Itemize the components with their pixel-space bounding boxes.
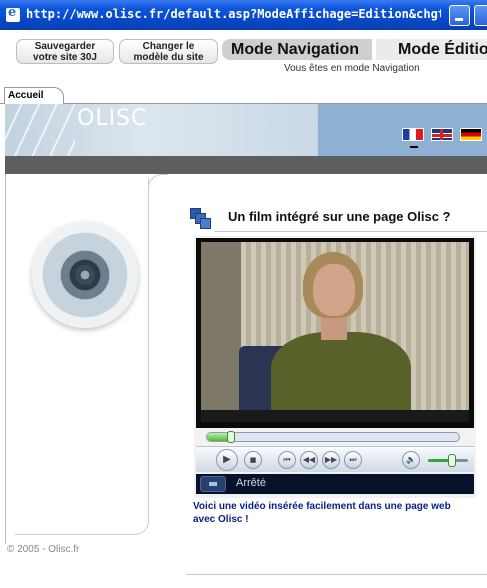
next-icon[interactable]: ⏭ xyxy=(344,451,362,469)
selected-language-indicator xyxy=(410,146,418,148)
mode-edition-tab[interactable]: Mode Éditio xyxy=(376,39,487,60)
volume-slider[interactable] xyxy=(428,454,468,467)
stop-icon[interactable]: ■ xyxy=(244,451,262,469)
page-border xyxy=(5,174,6,544)
banner-decoration xyxy=(5,104,75,156)
previous-icon[interactable]: ⏮ xyxy=(278,451,296,469)
tab-accueil[interactable]: Accueil xyxy=(4,87,64,104)
play-icon[interactable]: ▶ xyxy=(216,449,238,471)
window-title: http://www.olisc.fr/default.asp?ModeAffi… xyxy=(26,7,441,21)
change-template-button[interactable]: Changer le modèle du site xyxy=(119,39,218,64)
seek-handle[interactable] xyxy=(227,431,235,443)
site-toolbar: Sauvegarder votre site 30J Changer le mo… xyxy=(0,30,487,78)
fast-forward-icon[interactable]: ▶▶ xyxy=(322,451,340,469)
view-mode-button[interactable] xyxy=(200,476,226,492)
copyright-text: © 2005 - Olisc.fr xyxy=(7,544,80,555)
player-status-text: Arrêté xyxy=(236,477,266,489)
save-site-label-line1: Sauvegarder xyxy=(34,41,96,52)
volume-handle[interactable] xyxy=(448,454,456,467)
site-logo: OLISC xyxy=(77,106,148,131)
video-player[interactable]: ▶ ■ ⏮ ◀◀ ▶▶ ⏭ 🔈 Arrêté xyxy=(194,236,476,498)
window-title-bar: http://www.olisc.fr/default.asp?ModeAffi… xyxy=(0,0,487,30)
site-banner: OLISC xyxy=(5,104,487,156)
maximize-button[interactable] xyxy=(474,5,487,26)
seek-bar[interactable] xyxy=(206,431,460,443)
german-flag-icon[interactable] xyxy=(460,128,482,141)
heading-divider xyxy=(214,231,487,232)
menu-bar xyxy=(5,156,487,174)
save-site-label-line2: votre site 30J xyxy=(33,52,97,63)
player-status-bar: Arrêté xyxy=(196,474,474,494)
footer-divider xyxy=(186,574,487,575)
mode-navigation-tab[interactable]: Mode Navigation xyxy=(222,39,372,60)
page-title: Un film intégré sur une page Olisc ? xyxy=(228,209,451,224)
banner-image: OLISC xyxy=(5,104,318,156)
video-frame-image xyxy=(201,242,469,422)
video-caption: Voici une vidéo insérée facilement dans … xyxy=(193,501,451,525)
browser-icon xyxy=(6,5,20,22)
player-controls: ▶ ■ ⏮ ◀◀ ▶▶ ⏭ 🔈 xyxy=(196,446,474,472)
minimize-button[interactable] xyxy=(449,5,470,26)
content-panel-corner xyxy=(148,174,168,194)
change-template-label-line1: Changer le xyxy=(142,41,195,52)
rewind-icon[interactable]: ◀◀ xyxy=(300,451,318,469)
volume-icon[interactable]: 🔈 xyxy=(402,451,420,469)
speaker-image xyxy=(32,222,138,328)
change-template-label-line2: modèle du site xyxy=(133,52,204,63)
heading-squares-icon xyxy=(190,208,214,232)
save-site-button[interactable]: Sauvegarder votre site 30J xyxy=(16,39,114,64)
french-flag-icon[interactable] xyxy=(402,128,424,141)
video-screen[interactable] xyxy=(196,238,474,428)
english-flag-icon[interactable] xyxy=(431,128,453,141)
mode-status-text: Vous êtes en mode Navigation xyxy=(284,63,420,74)
